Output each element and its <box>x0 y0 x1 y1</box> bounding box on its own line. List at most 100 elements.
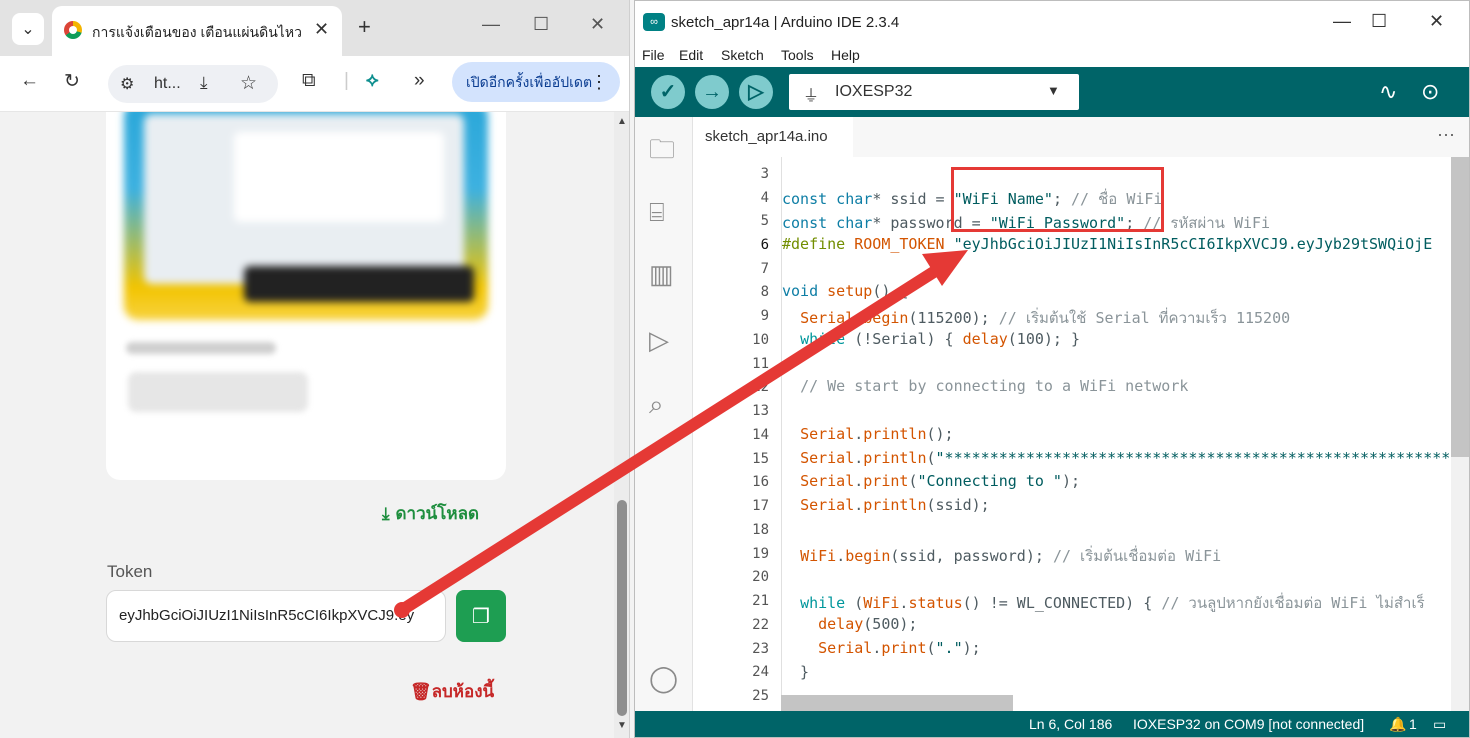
line-number: 24 <box>752 664 769 680</box>
line-number: 19 <box>752 546 769 562</box>
tab-search-button[interactable]: ⌄ <box>12 13 44 45</box>
line-number: 25 <box>752 688 769 704</box>
browser-toolbar: ← ↻ ⚙ ht... ⤓ ☆ ⧉ | ⟡ » เปิดอีกครั้งเพื่… <box>0 56 629 112</box>
code-line: } <box>782 663 810 681</box>
menu-file[interactable]: File <box>642 47 665 63</box>
status-bar: Ln 6, Col 186 IOXESP32 on COM9 [not conn… <box>635 711 1469 737</box>
code-line: WiFi.begin(ssid, password); // เริ่มต้นเ… <box>800 547 1222 565</box>
code-area[interactable]: const char* ssid = "WiFi Name"; // ชื่อ … <box>781 157 1455 711</box>
scrollbar-thumb[interactable] <box>617 500 627 716</box>
arduino-ide-window: ∞ sketch_apr14a | Arduino IDE 2.3.4 — ☐ … <box>634 0 1470 738</box>
library-manager-icon[interactable]: ▥ <box>649 259 674 290</box>
line-number: 4 <box>760 190 769 206</box>
code-line: Serial.println(ssid); <box>800 496 990 514</box>
code-editor[interactable]: 3 4 5 6 7 8 9 10 11 12 13 14 15 16 17 18… <box>693 157 1455 711</box>
code-line: void setup() { <box>782 282 909 300</box>
line-number: 13 <box>752 403 769 419</box>
serial-plotter-icon[interactable]: ∿ <box>1379 79 1397 105</box>
line-number-gutter: 3 4 5 6 7 8 9 10 11 12 13 14 15 16 17 18… <box>693 157 781 711</box>
delete-room-button[interactable]: 🗑ลบห้องนี้ <box>410 678 494 705</box>
verify-icon[interactable]: ✓ <box>651 75 685 109</box>
tab-sketch-file[interactable]: sketch_apr14a.ino <box>693 117 853 157</box>
code-line: delay(500); <box>818 615 918 633</box>
code-line: // We start by connecting to a WiFi netw… <box>800 377 1189 395</box>
address-bar[interactable]: ⚙ ht... ⤓ ☆ <box>108 65 278 103</box>
line-number: 16 <box>752 474 769 490</box>
debug-icon[interactable]: ▷ <box>739 75 773 109</box>
debug-panel-icon[interactable]: ▷ <box>649 325 669 356</box>
cursor-position[interactable]: Ln 6, Col 186 <box>1029 716 1112 732</box>
browser-tab[interactable]: การแจ้งเตือนของ เตือนแผ่นดินไหว - A ✕ <box>52 6 342 56</box>
update-button-label: เปิดอีกครั้งเพื่ออัปเดต <box>466 74 593 90</box>
browser-window: ⌄ การแจ้งเตือนของ เตือนแผ่นดินไหว - A ✕ … <box>0 0 630 738</box>
ide-titlebar: ∞ sketch_apr14a | Arduino IDE 2.3.4 — ☐ … <box>635 1 1469 45</box>
scrollbar-thumb[interactable] <box>1451 157 1469 457</box>
scroll-down-icon[interactable]: ▼ <box>617 720 627 731</box>
blurred-device-image <box>124 112 488 320</box>
minimize-icon[interactable]: — <box>482 14 500 35</box>
menu-bar: File Edit Sketch Tools Help <box>635 45 1469 67</box>
extensions-icon[interactable]: ⧉ <box>302 70 316 92</box>
download-link[interactable]: ⤓ ดาวน์โหลด <box>382 500 479 527</box>
install-app-icon[interactable]: ⤓ <box>200 73 208 93</box>
serial-monitor-icon[interactable]: ⊙ <box>1421 79 1439 105</box>
code-line: while (!Serial) { delay(100); } <box>800 330 1081 348</box>
editor-horizontal-scrollbar[interactable] <box>781 695 1013 711</box>
editor-vertical-scrollbar[interactable] <box>1451 157 1469 711</box>
page-scrollbar[interactable]: ▲ ▼ <box>614 112 629 738</box>
line-number: 15 <box>752 451 769 467</box>
menu-edit[interactable]: Edit <box>679 47 703 63</box>
output-panel-icon[interactable]: ▭ <box>1433 716 1446 733</box>
new-tab-icon[interactable]: + <box>358 14 371 40</box>
site-info-icon[interactable]: ⚙ <box>120 74 134 94</box>
chevron-more-icon[interactable]: » <box>414 70 425 92</box>
close-tab-icon[interactable]: ✕ <box>314 19 329 40</box>
close-window-icon[interactable]: ✕ <box>1429 11 1444 32</box>
toolbar-divider: | <box>344 70 349 91</box>
line-number: 8 <box>760 284 769 300</box>
search-icon[interactable]: ⌕ <box>649 389 664 421</box>
menu-tools[interactable]: Tools <box>781 47 814 63</box>
boards-manager-icon[interactable]: ⌸ <box>649 197 665 229</box>
code-line: while (WiFi.status() != WL_CONNECTED) { … <box>800 594 1425 612</box>
blurred-chip <box>128 372 308 412</box>
usb-icon: ⏚ <box>803 88 820 105</box>
update-button[interactable]: เปิดอีกครั้งเพื่ออัปเดต ⋮ <box>452 62 620 102</box>
sketchbook-folder-icon[interactable]: 🗀 <box>649 131 675 175</box>
reload-icon[interactable]: ↻ <box>64 70 80 93</box>
menu-help[interactable]: Help <box>831 47 860 63</box>
copy-button[interactable]: ❐ <box>456 590 506 642</box>
ide-sidebar: 🗀 ⌸ ▥ ▷ ⌕ ◯ <box>635 117 693 711</box>
notification-bell-icon[interactable]: 🔔 <box>1389 716 1406 733</box>
menu-sketch[interactable]: Sketch <box>721 47 764 63</box>
code-line: Serial.print("."); <box>818 639 981 657</box>
upload-icon[interactable]: → <box>695 75 729 109</box>
code-line: Serial.print("Connecting to "); <box>800 472 1081 490</box>
line-number: 20 <box>752 569 769 585</box>
line-number: 18 <box>752 522 769 538</box>
line-number: 22 <box>752 617 769 633</box>
account-icon[interactable]: ◯ <box>649 663 678 694</box>
menu-dots-icon[interactable]: ⋮ <box>590 62 608 102</box>
line-number: 21 <box>752 593 769 609</box>
code-line: Serial.begin(115200); // เริ่มต้นใช้ Ser… <box>800 309 1291 327</box>
minimize-icon[interactable]: — <box>1333 11 1351 32</box>
maximize-icon[interactable]: ☐ <box>533 14 549 35</box>
line-number: 9 <box>760 308 769 324</box>
more-options-icon[interactable]: ⋯ <box>1437 125 1455 146</box>
code-line: #define ROOM_TOKEN "eyJhbGciOiJIUzI1NiIs… <box>782 235 1433 253</box>
close-window-icon[interactable]: ✕ <box>590 14 605 35</box>
board-port-status[interactable]: IOXESP32 on COM9 [not connected] <box>1133 716 1364 732</box>
maximize-icon[interactable]: ☐ <box>1371 11 1387 32</box>
extension-logo-icon[interactable]: ⟡ <box>366 70 379 92</box>
board-name: IOXESP32 <box>835 83 913 100</box>
line-number: 11 <box>752 356 769 372</box>
scroll-up-icon[interactable]: ▲ <box>617 116 627 127</box>
bookmark-star-icon[interactable]: ☆ <box>240 72 257 95</box>
delete-room-label: ลบห้องนี้ <box>431 682 495 701</box>
back-icon[interactable]: ← <box>20 70 39 92</box>
token-field[interactable]: eyJhbGciOiJIUzI1NiIsInR5cCI6IkpXVCJ9.ey <box>106 590 446 642</box>
board-selector[interactable]: ⏚ IOXESP32 ▼ <box>789 74 1079 110</box>
line-number: 17 <box>752 498 769 514</box>
blurred-text <box>126 342 276 354</box>
